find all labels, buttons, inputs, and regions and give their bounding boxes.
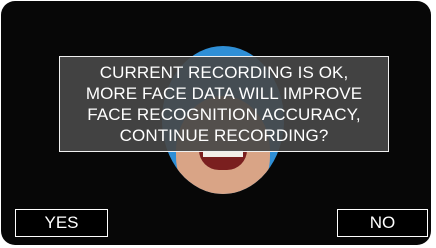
dialog-message-line-4: CONTINUE RECORDING? — [119, 126, 329, 145]
dialog-message-line-3: FACE RECOGNITION ACCURACY, — [87, 105, 361, 124]
no-button[interactable]: NO — [337, 209, 428, 237]
yes-button[interactable]: YES — [15, 209, 108, 237]
camera-screen: CURRENT RECORDING IS OK, MORE FACE DATA … — [0, 0, 436, 248]
lcd-display: CURRENT RECORDING IS OK, MORE FACE DATA … — [1, 1, 431, 245]
dialog-message-line-2: MORE FACE DATA WILL IMPROVE — [85, 84, 363, 103]
confirmation-dialog: CURRENT RECORDING IS OK, MORE FACE DATA … — [59, 56, 389, 152]
dialog-message-line-1: CURRENT RECORDING IS OK, — [99, 63, 349, 82]
